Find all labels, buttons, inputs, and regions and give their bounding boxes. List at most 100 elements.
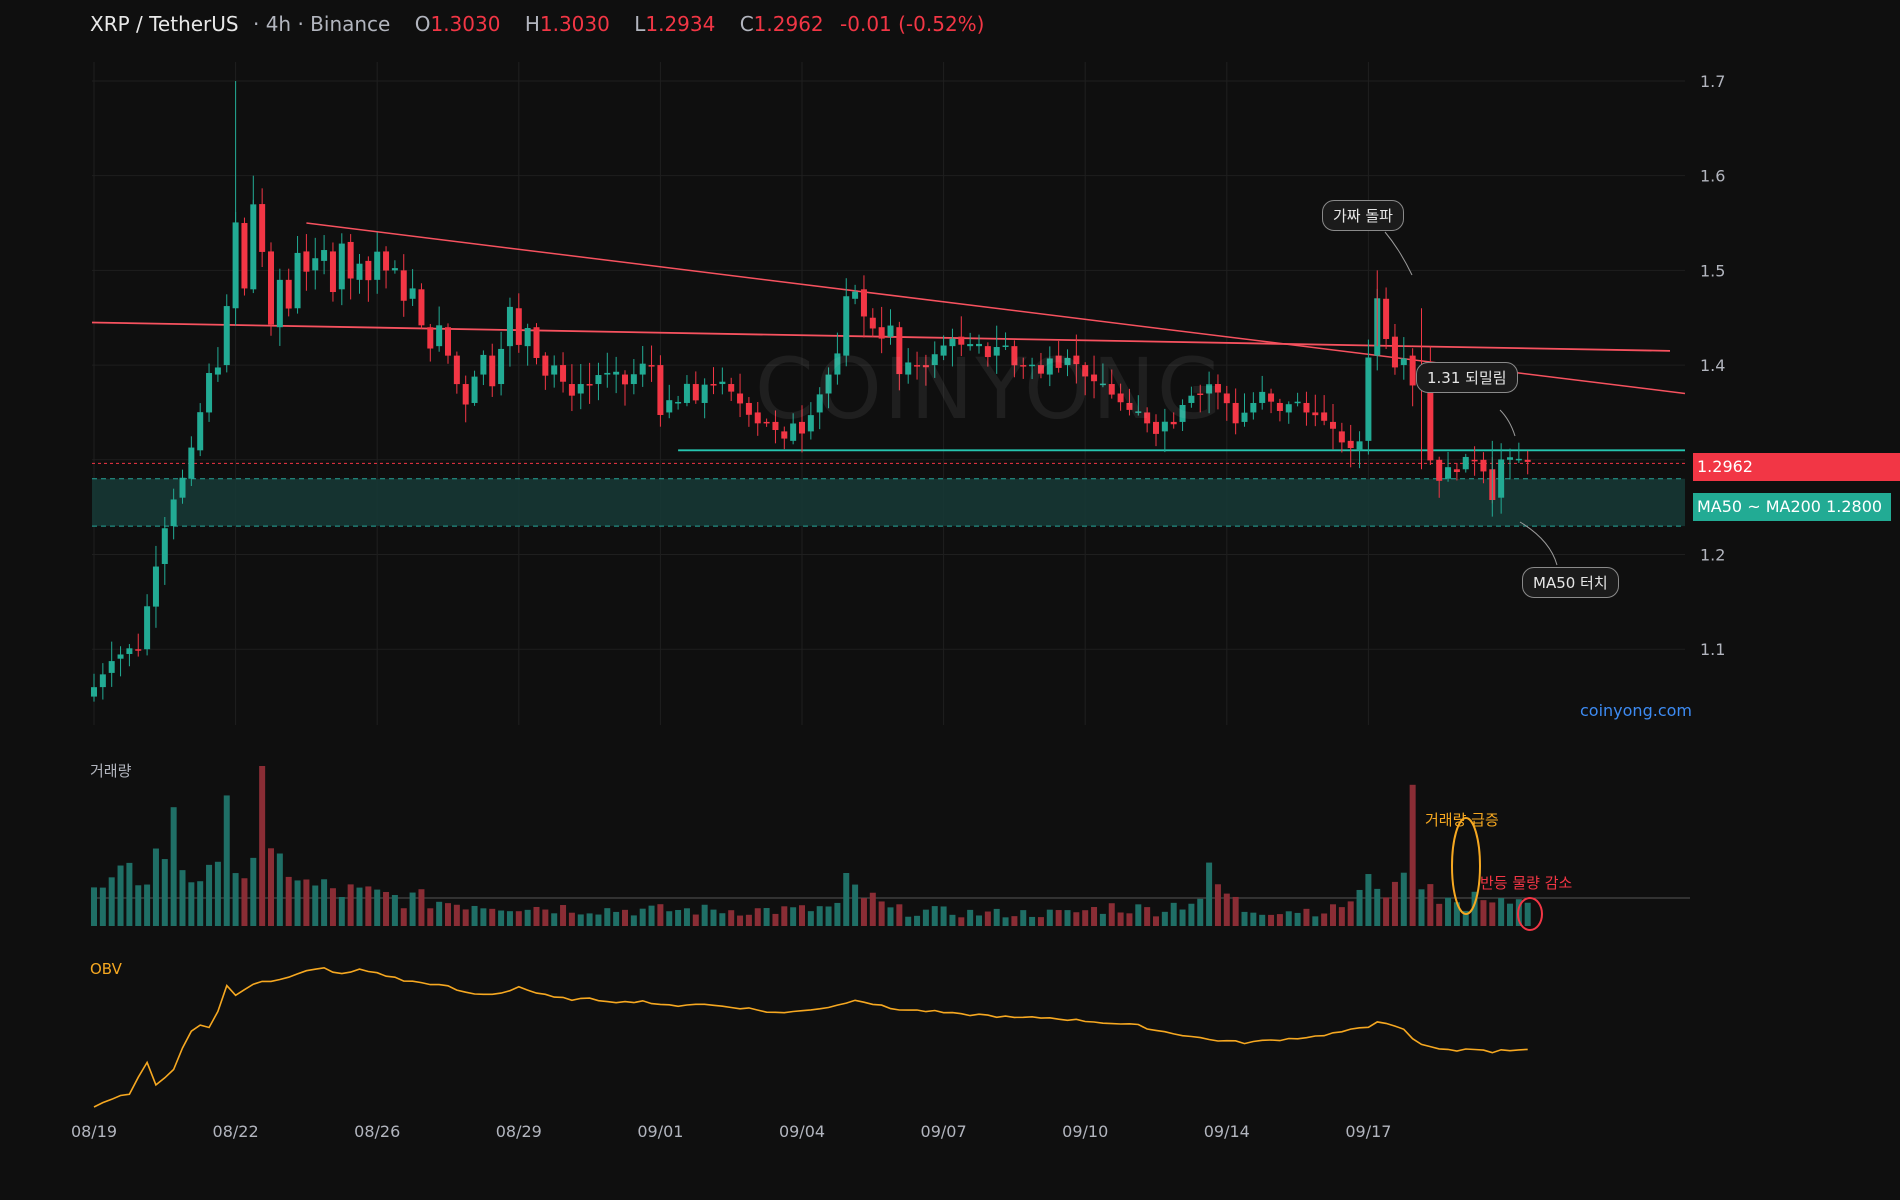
candle-body (347, 241, 354, 279)
volume-bar (701, 904, 708, 926)
volume-bar (1153, 916, 1159, 926)
last-price-tag: 1.2962 (1693, 453, 1900, 481)
watermark: COINYONG (755, 340, 1225, 438)
time-axis-label: 09/14 (1204, 1122, 1250, 1141)
candle-body (294, 252, 301, 309)
candle-body (285, 279, 292, 309)
candle-body (1259, 391, 1266, 403)
volume-bar (1037, 917, 1044, 926)
chart-canvas[interactable]: 1.11.21.31.41.51.61.708/1908/2208/2608/2… (0, 0, 1900, 1200)
ma-zone-tag: MA50 ~ MA200 1.2800 (1693, 493, 1891, 521)
interval-exchange-label[interactable]: · 4h · Binance (253, 12, 390, 36)
volume-bar (1144, 907, 1151, 926)
candle-body (241, 223, 248, 289)
candle-body (683, 383, 690, 403)
volume-bar (1161, 911, 1168, 926)
candle-body (117, 654, 124, 659)
candle-body (170, 499, 177, 527)
candle-body (869, 317, 876, 329)
candle-body (1356, 441, 1363, 451)
annotation-rebound-volume-drop: 반등 물량 감소 (1480, 874, 1573, 892)
symbol-label[interactable]: XRP / TetherUS (90, 12, 239, 36)
annotation-connector (1499, 409, 1516, 437)
volume-bar (383, 891, 390, 926)
candle-body (524, 327, 531, 347)
volume-bar (108, 877, 115, 926)
volume-bar (719, 913, 726, 926)
volume-bar (1330, 904, 1336, 926)
volume-bar (1126, 913, 1133, 926)
volume-bar (1064, 910, 1071, 926)
price-axis-label: 1.7 (1700, 72, 1725, 91)
candle-body (692, 384, 699, 401)
volume-bar (816, 906, 823, 926)
candle-body (223, 306, 230, 366)
volume-bar (436, 901, 443, 926)
annotation-volume-spike: 거래량 급증 (1425, 811, 1499, 829)
volume-bar (984, 911, 991, 926)
time-axis-label: 09/17 (1345, 1122, 1391, 1141)
site-link[interactable]: coinyong.com (1580, 701, 1692, 720)
price-axis-label: 1.1 (1700, 640, 1725, 659)
candle-body (471, 376, 478, 403)
candle-body (1515, 458, 1522, 461)
candle-body (1507, 457, 1513, 460)
volume-bar (214, 861, 221, 926)
volume-bar (1073, 912, 1080, 926)
candle-body (860, 289, 867, 317)
volume-bar (445, 903, 451, 926)
volume-bar (745, 914, 752, 926)
candle-body (144, 606, 151, 650)
time-axis-label: 08/19 (71, 1122, 117, 1141)
volume-bar (480, 908, 487, 926)
volume-bar (825, 906, 832, 926)
volume-bar (197, 881, 204, 926)
time-axis-label: 08/22 (213, 1122, 259, 1141)
candle-body (551, 365, 558, 375)
candle-body (1409, 355, 1416, 386)
volume-bar (294, 880, 301, 926)
volume-bar (241, 878, 248, 926)
volume-bar (1259, 914, 1266, 926)
close-label: C (739, 12, 754, 36)
candle-body (728, 384, 735, 392)
volume-bar (1020, 910, 1027, 926)
candle-body (329, 251, 336, 293)
candle-body (152, 566, 159, 607)
low-label: L (634, 12, 646, 36)
volume-bar (860, 898, 867, 926)
open-label: O (414, 12, 431, 36)
open-value: 1.3030 (430, 12, 501, 36)
candle-body (1400, 358, 1407, 366)
volume-bar (1436, 903, 1443, 926)
candle-body (480, 354, 487, 375)
volume-bar (1321, 913, 1328, 926)
annotation-connector (1519, 521, 1558, 566)
volume-bar (506, 911, 513, 926)
chart-header: XRP / TetherUS · 4h · Binance O1.3030 H1… (90, 12, 984, 36)
volume-bar (692, 914, 699, 926)
volume-bar (533, 906, 540, 926)
candle-body (400, 270, 407, 301)
volume-bar (498, 910, 505, 926)
candle-body (604, 372, 611, 375)
volume-spike-marker (1451, 817, 1481, 915)
candle-body (622, 374, 628, 385)
volume-bar (949, 914, 956, 926)
volume-bar (790, 907, 797, 926)
volume-bar (1170, 902, 1177, 926)
candle-body (1303, 402, 1310, 413)
candle-body (312, 258, 319, 271)
volume-bar (117, 865, 124, 926)
candle-body (303, 251, 310, 272)
volume-bar (409, 892, 416, 926)
volume-bar (586, 913, 593, 926)
volume-bar (834, 902, 841, 926)
candle-body (1294, 401, 1301, 404)
volume-bar (1241, 911, 1248, 926)
candle-body (453, 355, 460, 385)
volume-bar (329, 888, 336, 926)
volume-bar (1206, 862, 1213, 926)
ma-zone-band (92, 478, 1685, 527)
volume-bar (1356, 889, 1363, 926)
